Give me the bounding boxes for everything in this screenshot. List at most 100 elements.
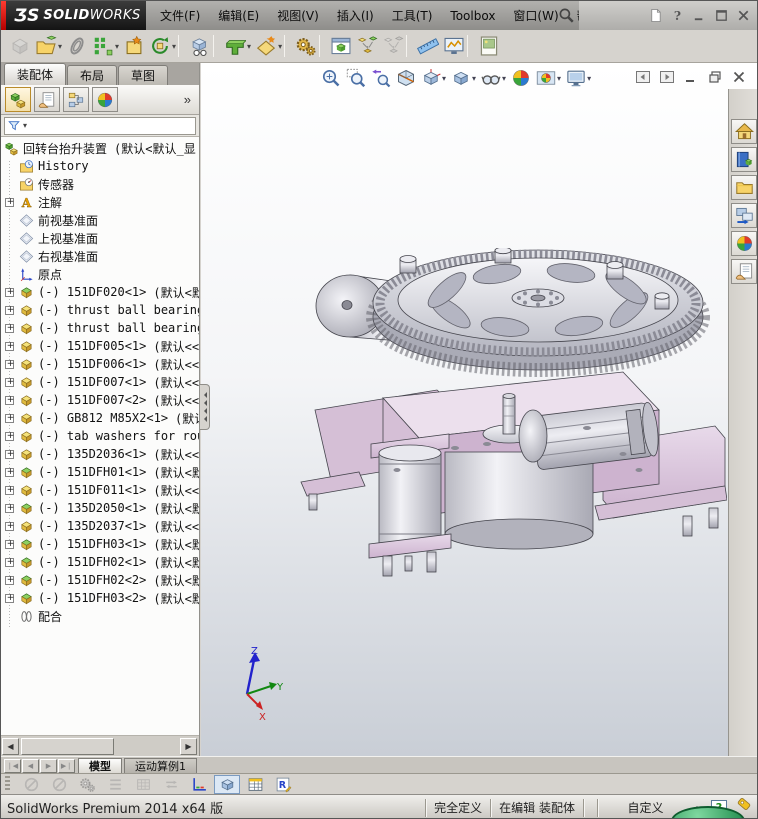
view-palette-tab[interactable] xyxy=(731,203,757,228)
menu-item[interactable]: Toolbox xyxy=(441,1,504,30)
tree-item[interactable]: 配合 xyxy=(1,607,199,625)
tree-item[interactable]: (-) 151DF006<1> (默认<<默 xyxy=(1,355,199,373)
displaymanager-tab[interactable] xyxy=(92,87,118,112)
expand-toggle[interactable] xyxy=(5,484,15,497)
menu-item[interactable]: 视图(V) xyxy=(268,1,328,30)
tree-item[interactable]: (-) 151DFH02<1> (默认<默认 xyxy=(1,553,199,571)
new-document-button[interactable] xyxy=(643,6,665,26)
display-style-button[interactable]: ▾ xyxy=(449,66,478,90)
tree-item[interactable]: (-) thrust ball bearings xyxy=(1,319,199,337)
expand-toggle[interactable] xyxy=(5,322,15,335)
expand-toggle[interactable] xyxy=(5,304,15,317)
zoom-to-fit-button[interactable]: ▾ xyxy=(319,66,343,90)
expand-toggle[interactable] xyxy=(5,448,15,461)
tree-item[interactable]: (-) 151DF007<1> (默认<<默 xyxy=(1,373,199,391)
command-tab[interactable]: 装配体 xyxy=(4,63,67,85)
playback-mode-button[interactable] xyxy=(18,775,44,794)
toolbar-grip[interactable] xyxy=(5,776,10,792)
separator[interactable]: ▾ xyxy=(178,32,187,60)
menu-item[interactable]: 文件(F) xyxy=(151,1,209,30)
command-tab[interactable]: 草图 xyxy=(118,65,169,85)
expand-toggle[interactable] xyxy=(5,412,15,425)
show-hidden-components-button[interactable]: ▾ xyxy=(187,32,213,60)
file-explorer-tab[interactable] xyxy=(731,175,757,200)
expand-toggle[interactable] xyxy=(5,520,15,533)
tree-item[interactable]: (-) 151DFH01<1> (默认<默认 xyxy=(1,463,199,481)
search-icon[interactable] xyxy=(557,6,575,24)
new-window-button[interactable]: ▾ xyxy=(328,32,354,60)
tree-item[interactable]: History xyxy=(1,157,199,175)
reference-geometry-button[interactable]: ▾ xyxy=(253,32,284,60)
insert-components-button[interactable]: ▾ xyxy=(7,32,33,60)
interference-detection-button[interactable]: ▾ xyxy=(441,32,467,60)
custom-properties-tab[interactable] xyxy=(731,259,757,284)
tree-horizontal-scrollbar[interactable]: ◀ ▶ xyxy=(1,735,199,756)
expand-toggle[interactable] xyxy=(5,556,15,569)
tree-item[interactable]: 回转台抬升装置 (默认<默认_显 xyxy=(1,139,199,157)
expand-toggle[interactable] xyxy=(5,394,15,407)
results-table-button[interactable] xyxy=(242,775,268,794)
tree-item[interactable]: (-) 151DF007<2> (默认<<默 xyxy=(1,391,199,409)
play-button[interactable] xyxy=(46,775,72,794)
zoom-to-area-button[interactable]: ▾ xyxy=(344,66,368,90)
tree-item[interactable]: (-) 151DF011<1> (默认<<默 xyxy=(1,481,199,499)
propertymanager-tab[interactable] xyxy=(34,87,60,112)
tree-item[interactable]: 右视基准面 xyxy=(1,247,199,265)
scroll-left-arrow[interactable]: ◀ xyxy=(2,737,19,755)
close-window-button[interactable] xyxy=(731,6,753,26)
tag-icon[interactable] xyxy=(735,795,753,813)
mate-button[interactable]: ▾ xyxy=(64,32,90,60)
rotate-component-button[interactable]: ▾ xyxy=(147,32,178,60)
tree-item[interactable]: (-) 151DFH03<2> (默认<默认 xyxy=(1,589,199,607)
expand-toggle[interactable] xyxy=(5,538,15,551)
separator[interactable]: ▾ xyxy=(284,32,293,60)
expand-toggle[interactable] xyxy=(5,466,15,479)
pane-right-button[interactable] xyxy=(657,68,677,86)
configurationmanager-tab[interactable] xyxy=(63,87,89,112)
filter-grid-button[interactable] xyxy=(130,775,156,794)
linear-component-pattern-button[interactable]: ▾ xyxy=(90,32,121,60)
tree-item[interactable]: (-) GB812 M85X2<1> (默认< xyxy=(1,409,199,427)
smart-fasteners-button[interactable]: ▾ xyxy=(121,32,147,60)
measure-button[interactable]: ▾ xyxy=(415,32,441,60)
command-tab[interactable]: 布局 xyxy=(67,65,118,85)
first-study-button[interactable]: ❘◀ xyxy=(4,759,21,773)
help-button[interactable] xyxy=(665,6,687,26)
timeline-axes-button[interactable] xyxy=(186,775,212,794)
auto-key-button[interactable] xyxy=(158,775,184,794)
image-preview-button[interactable]: ▾ xyxy=(476,32,502,60)
hide-show-items-button[interactable]: ▾ xyxy=(479,66,508,90)
separator[interactable]: ▾ xyxy=(319,32,328,60)
expand-toggle[interactable] xyxy=(5,340,15,353)
maximize-window-button[interactable] xyxy=(709,6,731,26)
edit-appearance-button[interactable]: ▾ xyxy=(509,66,533,90)
assembly-features-button[interactable]: ▾ xyxy=(222,32,253,60)
scrollbar-thumb[interactable] xyxy=(21,738,114,755)
tree-item[interactable]: 前视基准面 xyxy=(1,211,199,229)
tree-item[interactable]: (-) 135D2036<1> (默认<<默 xyxy=(1,445,199,463)
expand-toggle[interactable] xyxy=(5,196,15,209)
tree-item[interactable]: (-) 151DF005<1> (默认<<默 xyxy=(1,337,199,355)
calculate-button[interactable] xyxy=(74,775,100,794)
restore-document-button[interactable] xyxy=(705,68,725,86)
separator[interactable]: ▾ xyxy=(467,32,476,60)
expand-toggle[interactable] xyxy=(5,358,15,371)
separator[interactable]: ▾ xyxy=(213,32,222,60)
close-document-button[interactable] xyxy=(729,68,749,86)
appearances-scenes-tab[interactable] xyxy=(731,231,757,256)
study-tab[interactable]: 模型 xyxy=(78,758,122,773)
pane-expand-button[interactable]: » xyxy=(184,92,191,107)
motion-study-button[interactable]: ▾ xyxy=(293,32,319,60)
section-view-button[interactable]: ▾ xyxy=(394,66,418,90)
expand-toggle[interactable] xyxy=(5,376,15,389)
expand-toggle[interactable] xyxy=(5,430,15,443)
study-tab[interactable]: 运动算例1 xyxy=(124,758,197,773)
design-library-tab[interactable] xyxy=(731,147,757,172)
tree-item[interactable]: (-) tab washers for round xyxy=(1,427,199,445)
save-study-button[interactable] xyxy=(270,775,296,794)
explode-line-sketch-button[interactable]: ▾ xyxy=(380,32,406,60)
tree-filter-input[interactable]: ▾ xyxy=(4,116,196,135)
previous-study-button[interactable]: ◀ xyxy=(22,759,39,773)
tree-item[interactable]: (-) 135D2050<1> (默认<默认 xyxy=(1,499,199,517)
scroll-right-arrow[interactable]: ▶ xyxy=(180,737,197,755)
